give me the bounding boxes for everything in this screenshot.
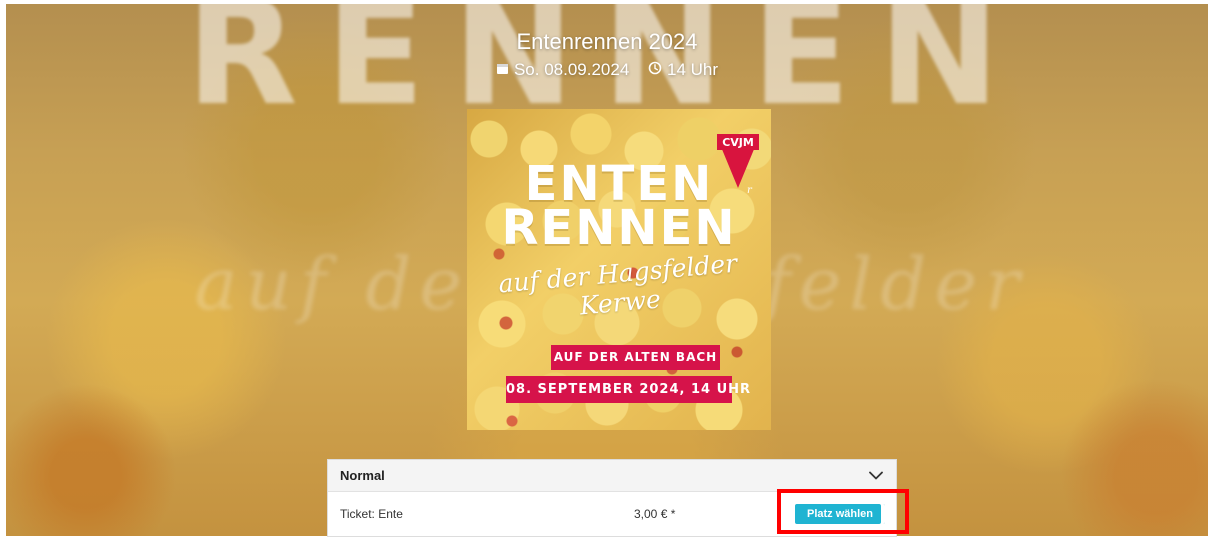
ticket-category-header[interactable]: Normal bbox=[328, 460, 896, 492]
ticket-name: Ticket: Ente bbox=[340, 507, 403, 521]
ticket-selection-panel: Normal Ticket: Ente 3,00 € * Platz wähle… bbox=[328, 460, 896, 536]
poster-location-band: AUF DER ALTEN BACH bbox=[551, 345, 720, 370]
event-time-text: 14 Uhr bbox=[667, 60, 719, 79]
ticket-category-label: Normal bbox=[340, 468, 385, 483]
select-seat-button[interactable]: Platz wählen bbox=[795, 504, 885, 524]
event-title: Entenrennen 2024 bbox=[516, 29, 698, 54]
chevron-down-icon[interactable] bbox=[868, 468, 884, 484]
ticket-price: 3,00 € * bbox=[634, 507, 676, 521]
poster-title-line2: RENNEN bbox=[501, 200, 737, 256]
event-time: 14 Uhr bbox=[648, 60, 718, 80]
cvjm-logo-text: CVJM bbox=[722, 136, 754, 149]
event-meta: So. 08.09.2024 14 Uhr bbox=[6, 60, 1208, 80]
clock-icon bbox=[648, 60, 662, 80]
calendar-icon bbox=[496, 60, 509, 80]
event-poster: CVJM r ENTEN RENNEN auf der Hagsfelder K… bbox=[467, 109, 771, 430]
event-date: So. 08.09.2024 bbox=[496, 60, 629, 80]
poster-subtitle: auf der Hagsfelder Kerwe bbox=[497, 248, 739, 321]
ticket-row: Ticket: Ente 3,00 € * Platz wählen bbox=[328, 492, 896, 536]
event-page: RENNEN auf der Hagsfelder Kerwe Entenren… bbox=[6, 4, 1208, 536]
event-date-text: So. 08.09.2024 bbox=[513, 60, 630, 79]
poster-date-band: 08. SEPTEMBER 2024, 14 UHR bbox=[506, 376, 750, 403]
